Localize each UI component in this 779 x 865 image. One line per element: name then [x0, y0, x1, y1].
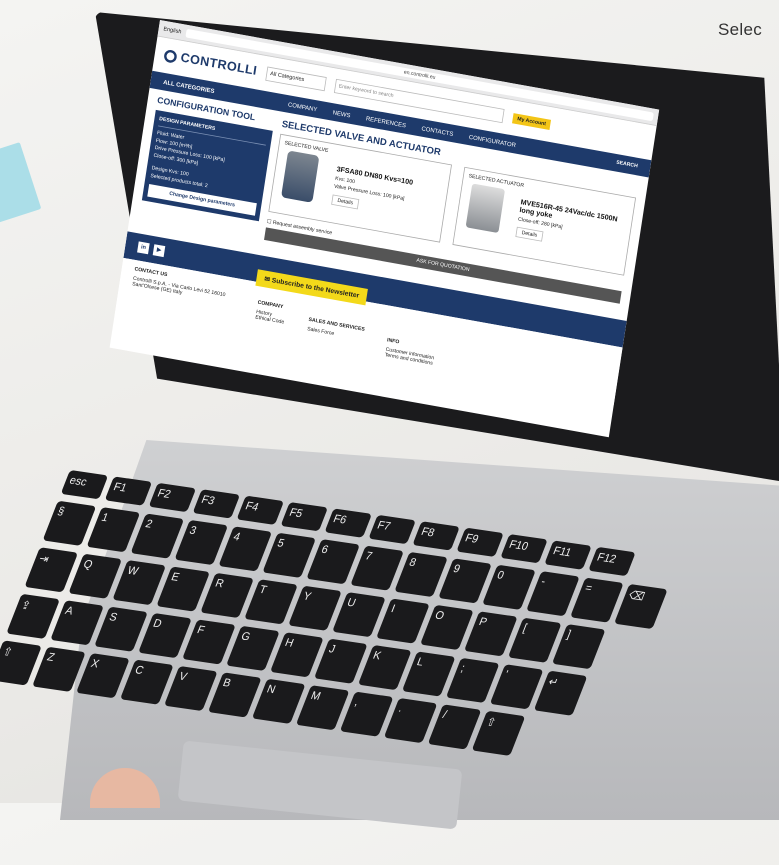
- config-sidebar: CONFIGURATION TOOL DESIGN PARAMETERS Flu…: [139, 96, 275, 239]
- side-caption-text: Selec: [718, 20, 763, 39]
- key[interactable]: F2: [148, 482, 197, 513]
- key[interactable]: F12: [588, 546, 636, 577]
- key[interactable]: F7: [368, 514, 416, 545]
- info-column: INFO Customer information Terms and cond…: [384, 312, 439, 366]
- key[interactable]: F6: [324, 508, 372, 538]
- key[interactable]: ]: [551, 624, 606, 670]
- sales-column: SALES AND SERVICES Sales Force: [305, 298, 368, 353]
- linkedin-icon[interactable]: in: [137, 241, 150, 255]
- youtube-icon[interactable]: ▶: [152, 244, 166, 258]
- logo-icon: [163, 48, 178, 64]
- valve-image: [281, 150, 320, 203]
- key[interactable]: F8: [412, 521, 460, 551]
- logo-text: CONTROLLI: [179, 51, 258, 79]
- contact-column: CONTACT US Controlli S.p.A. - Via Carlo …: [128, 266, 236, 329]
- category-select[interactable]: All Categories: [265, 66, 327, 92]
- key[interactable]: ⇧: [471, 710, 526, 756]
- language-selector[interactable]: English: [163, 26, 182, 35]
- valve-details-button[interactable]: Details: [331, 194, 360, 210]
- key[interactable]: ⌫: [614, 583, 668, 630]
- actuator-image: [465, 183, 506, 234]
- key[interactable]: F3: [192, 489, 241, 519]
- key[interactable]: F10: [500, 534, 548, 564]
- key[interactable]: F11: [544, 540, 592, 570]
- company-title: COMPANY: [257, 299, 284, 310]
- key[interactable]: F5: [280, 502, 329, 532]
- actuator-details-button[interactable]: Details: [515, 227, 544, 242]
- key[interactable]: esc: [60, 470, 109, 500]
- key[interactable]: ↵: [533, 670, 588, 716]
- design-parameters-panel: DESIGN PARAMETERS Fluid: Water Flow: 100…: [141, 109, 273, 222]
- key[interactable]: F9: [456, 527, 504, 557]
- company-column: COMPANY History Ethical Code: [253, 289, 289, 339]
- nav-news[interactable]: NEWS: [325, 107, 359, 120]
- key[interactable]: F1: [104, 476, 153, 506]
- sticky-note: [0, 142, 42, 228]
- my-account-button[interactable]: My Account: [511, 112, 552, 130]
- key[interactable]: F4: [236, 495, 285, 525]
